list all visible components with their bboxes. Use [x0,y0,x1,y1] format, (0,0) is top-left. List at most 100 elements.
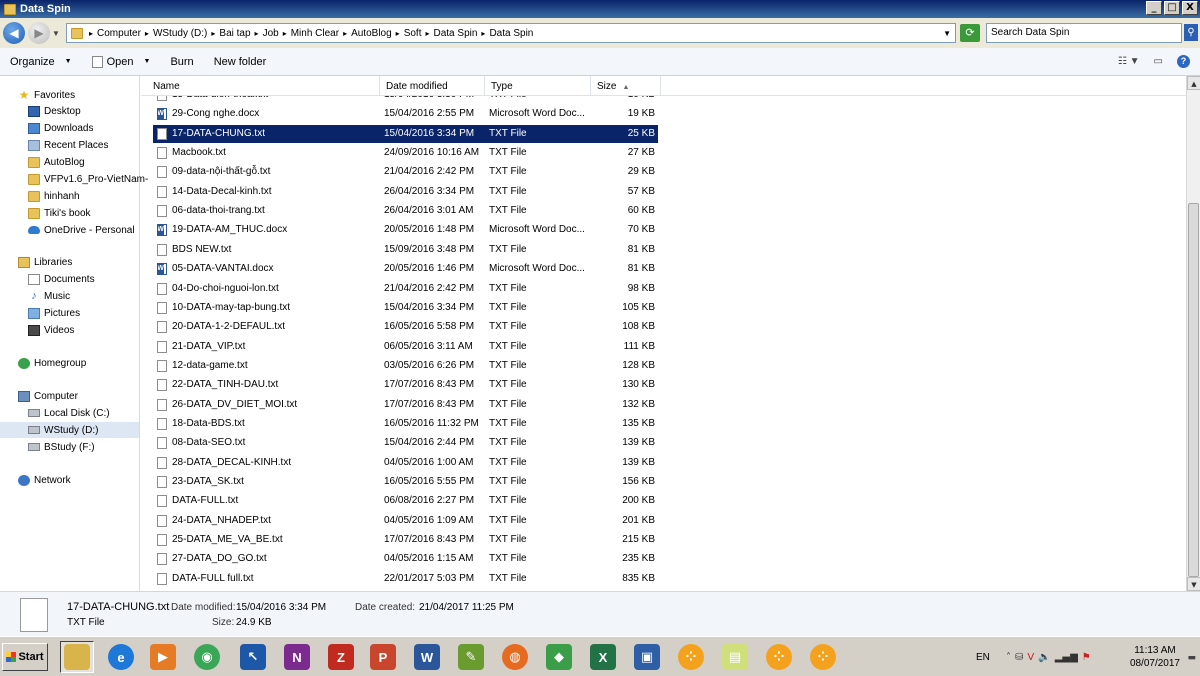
sidebar-item-recent-places[interactable]: Recent Places [28,137,108,153]
start-button[interactable]: Start [2,643,48,671]
back-button[interactable]: ◀ [3,22,25,44]
file-row[interactable]: 20-DATA-1-2-DEFAUL.txt 16/05/2016 5:58 PM… [153,318,658,336]
recent-pages-dropdown[interactable]: ▼ [52,29,60,38]
sidebar-item-bstudy-f[interactable]: BStudy (F:) [28,439,95,455]
breadcrumb-separator[interactable]: ▸ [255,29,259,38]
sidebar-item-autoblog[interactable]: AutoBlog [28,154,85,170]
minimize-button[interactable]: _ [1146,1,1162,15]
taskbar-filezilla-button[interactable]: Z [324,641,358,673]
sidebar-item-wstudy-d[interactable]: WStudy (D:) [0,422,139,438]
file-row[interactable]: 17-DATA-CHUNG.txt 15/04/2016 3:34 PM TXT F… [152,123,659,144]
sidebar-item-music[interactable]: ♪ Music [28,288,70,304]
language-indicator[interactable]: EN [976,652,998,663]
sidebar-item-local-disk-c[interactable]: Local Disk (C:) [28,405,110,421]
address-bar[interactable]: ▸ Computer ▸ WStudy (D:) ▸ Bai tap ▸ Job ▸ Minh … [66,23,956,43]
file-row[interactable]: 29-Cong nghe.docx 15/04/2016 2:55 PM Micro… [153,105,658,123]
breadcrumb-item[interactable]: Computer [97,28,141,39]
column-size[interactable]: Size ▲ [591,76,661,96]
taskbar-media-player-button[interactable]: ▶ [146,641,180,673]
taskbar-windows-explorer-button[interactable] [60,641,94,673]
taskbar-sticky-notes-button[interactable]: ▤ [718,641,752,673]
file-row[interactable]: 21-DATA_VIP.txt 06/05/2016 3:11 AM TXT Fil… [153,338,658,356]
taskbar-word-button[interactable]: W [410,641,444,673]
taskbar-paint-button[interactable]: ◆ [542,641,576,673]
scroll-down-button[interactable]: ▼ [1187,577,1200,591]
file-row[interactable]: DATA-FULL full.txt 22/01/2017 5:03 PM TXT … [153,570,658,588]
sidebar-item-onedrive-personal[interactable]: OneDrive - Personal [28,222,135,238]
file-row[interactable]: 19-DATA-AM_THUC.docx 20/05/2016 1:48 PM Mi… [153,221,658,239]
maximize-button[interactable]: □ [1164,1,1180,15]
new-folder-button[interactable]: New folder [204,56,277,68]
organize-button[interactable]: Organize ▼ [0,56,82,68]
breadcrumb-item[interactable]: Minh Clear [291,28,339,39]
breadcrumb-item[interactable]: Job [263,28,279,39]
show-hidden-icons-icon[interactable]: ˄ [1006,652,1011,663]
file-row[interactable]: 22-DATA_TINH-DAU.txt 17/07/2016 8:43 PM TX… [153,376,658,394]
sidebar-item-tiki-s-book[interactable]: Tiki's book [28,205,91,221]
breadcrumb-item[interactable]: Bai tap [219,28,250,39]
refresh-button[interactable]: ⟳ [960,24,980,42]
file-row[interactable]: DATA-FULL.txt 06/08/2016 2:27 PM TXT File 2… [153,492,658,510]
file-row[interactable]: 26-DATA_DV_DIET_MOI.txt 17/07/2016 8:43 P… [153,396,658,414]
file-row[interactable]: 04-Do-choi-nguoi-lon.txt 21/04/2016 2:42 … [153,280,658,298]
breadcrumb-item[interactable]: AutoBlog [351,28,392,39]
show-desktop-icon[interactable]: ▬ [1187,653,1196,663]
search-input[interactable]: Search Data Spin [986,23,1182,43]
file-row[interactable]: 14-Data-Decal-kinh.txt 26/04/2016 3:34 PM… [153,183,658,201]
file-row[interactable]: 28-DATA_DECAL-KINH.txt 04/05/2016 1:00 AM… [153,454,658,472]
view-options-icon[interactable]: ☷ ▼ [1118,56,1140,67]
preview-pane-icon[interactable]: ▭ [1154,56,1163,67]
breadcrumb-separator[interactable]: ▸ [481,29,485,38]
sidebar-item-homegroup[interactable]: Homegroup [18,355,86,371]
sidebar-item-computer[interactable]: Computer [18,388,78,404]
sidebar-item-network[interactable]: Network [18,472,71,488]
clock[interactable]: 11:13 AM 08/07/2017 [1130,644,1180,670]
usb-icon[interactable]: ⛁ [1015,652,1023,663]
taskbar-firefox-button[interactable]: ◍ [498,641,532,673]
file-row[interactable]: 27-DATA_DO_GO.txt 04/05/2016 1:15 AM TXT F… [153,550,658,568]
breadcrumb-item[interactable]: Soft [404,28,422,39]
close-button[interactable]: X [1182,1,1198,15]
search-icon[interactable]: ⚲ [1184,24,1198,41]
file-row[interactable]: 09-data-nội-thất-gỗ.txt 21/04/2016 2:42 P… [153,163,658,181]
forward-button[interactable]: ▶ [28,22,50,44]
file-row[interactable]: BDS NEW.txt 15/09/2016 3:48 PM TXT File 81 … [153,241,658,259]
scroll-up-button[interactable]: ▲ [1187,76,1200,90]
vertical-scrollbar[interactable]: ▲ ▼ [1186,76,1200,591]
sidebar-item-favorites[interactable]: ★ Favorites [18,87,76,103]
network-signal-icon[interactable]: ▂▄▆ [1055,652,1078,663]
file-row[interactable]: 06-data-thoi-trang.txt 26/04/2016 3:01 AM… [153,202,658,220]
breadcrumb-separator[interactable]: ▸ [343,29,347,38]
breadcrumb-item[interactable]: WStudy (D:) [153,28,207,39]
column-name[interactable]: Name [147,76,380,96]
file-row[interactable]: 23-DATA_SK.txt 16/05/2016 5:55 PM TXT File… [153,473,658,491]
antivirus-icon[interactable]: V [1027,652,1034,663]
column-type[interactable]: Type [485,76,591,96]
address-dropdown-icon[interactable]: ▼ [943,29,951,38]
file-row[interactable]: 08-Data-SEO.txt 15/04/2016 2:44 PM TXT Fil… [153,434,658,452]
scroll-thumb[interactable] [1188,203,1199,577]
breadcrumb-separator[interactable]: ▸ [425,29,429,38]
taskbar-excel-button[interactable]: X [586,641,620,673]
file-row[interactable]: 10-DATA-may-tap-bung.txt 15/04/2016 3:34 … [153,299,658,317]
file-row[interactable]: 24-DATA_NHADEP.txt 04/05/2016 1:09 AM TXT … [153,512,658,530]
sidebar-item-libraries[interactable]: Libraries [18,254,72,270]
taskbar-onenote-button[interactable]: N [280,641,314,673]
file-row[interactable]: Macbook.txt 24/09/2016 10:16 AM TXT File 27… [153,144,658,162]
sidebar-item-desktop[interactable]: Desktop [28,103,81,119]
sidebar-item-hinhanh[interactable]: hinhanh [28,188,80,204]
burn-button[interactable]: Burn [160,56,203,68]
breadcrumb-separator[interactable]: ▸ [396,29,400,38]
sidebar-item-pictures[interactable]: Pictures [28,305,80,321]
taskbar-app-dots-3-button[interactable]: ⁘ [806,641,840,673]
taskbar-app-dots-1-button[interactable]: ⁘ [674,641,708,673]
file-row[interactable]: 25-DATA_ME_VA_BE.txt 17/07/2016 8:43 PM TX… [153,531,658,549]
taskbar-notepad-chart-button[interactable]: ✎ [454,641,488,673]
sidebar-item-downloads[interactable]: Downloads [28,120,93,136]
sidebar-item-videos[interactable]: Videos [28,322,74,338]
file-row[interactable]: 12-data-game.txt 03/05/2016 6:26 PM TXT Fi… [153,357,658,375]
taskbar-cursor-app-button[interactable]: ↖ [236,641,270,673]
taskbar-powerpoint-button[interactable]: P [366,641,400,673]
breadcrumb-separator[interactable]: ▸ [211,29,215,38]
column-date-modified[interactable]: Date modified [380,76,485,96]
